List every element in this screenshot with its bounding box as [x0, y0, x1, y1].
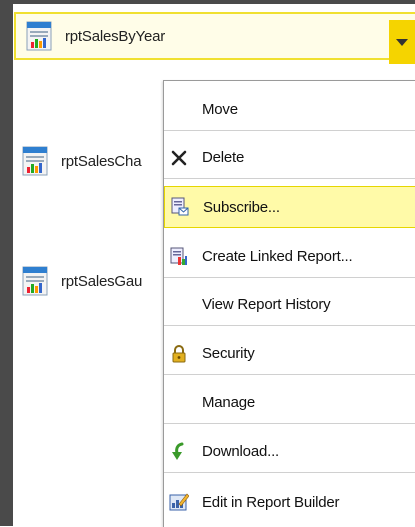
menu-item-move[interactable]: Move — [164, 89, 415, 131]
report-item[interactable]: rptSalesCha — [19, 144, 142, 178]
menu-item-create-linked-report[interactable]: Create Linked Report... — [164, 236, 415, 278]
report-icon — [26, 21, 52, 51]
report-icon — [22, 146, 48, 176]
menu-item-label: Delete — [202, 149, 245, 166]
menu-item-label: View Report History — [202, 296, 331, 313]
menu-item-download[interactable]: Download... — [164, 431, 415, 473]
download-arrow-icon — [164, 442, 194, 462]
report-name: rptSalesGau — [61, 272, 143, 290]
subscribe-icon — [165, 197, 195, 217]
chevron-down-icon — [396, 38, 408, 46]
delete-x-icon — [164, 150, 194, 166]
menu-item-label: Create Linked Report... — [202, 248, 353, 265]
report-icon — [22, 266, 48, 296]
menu-item-security[interactable]: Security — [164, 333, 415, 375]
report-name: rptSalesByYear — [65, 27, 166, 45]
menu-item-delete[interactable]: Delete — [164, 137, 415, 179]
menu-item-label: Subscribe... — [203, 198, 280, 216]
report-item-selected[interactable]: rptSalesByYear — [14, 12, 415, 64]
report-item[interactable]: rptSalesGau — [19, 264, 142, 298]
linked-report-icon — [164, 247, 194, 267]
menu-item-view-report-history[interactable]: View Report History — [164, 284, 415, 326]
menu-item-label: Edit in Report Builder — [202, 493, 340, 511]
menu-item-label: Move — [202, 101, 238, 118]
menu-item-label: Download... — [202, 443, 280, 460]
report-name: rptSalesCha — [61, 152, 142, 170]
report-builder-icon — [164, 492, 194, 512]
menu-item-label: Security — [202, 345, 255, 362]
context-menu: Move Delete Subscribe... Create Linked R… — [163, 80, 415, 527]
menu-item-subscribe[interactable]: Subscribe... — [164, 186, 415, 228]
menu-item-label: Manage — [202, 394, 256, 411]
lock-icon — [164, 344, 194, 363]
menu-item-edit-in-report-builder[interactable]: Edit in Report Builder — [164, 481, 415, 523]
item-menu-dropdown-button[interactable] — [389, 20, 415, 64]
window-frame-left — [0, 0, 13, 526]
menu-item-manage[interactable]: Manage — [164, 382, 415, 424]
